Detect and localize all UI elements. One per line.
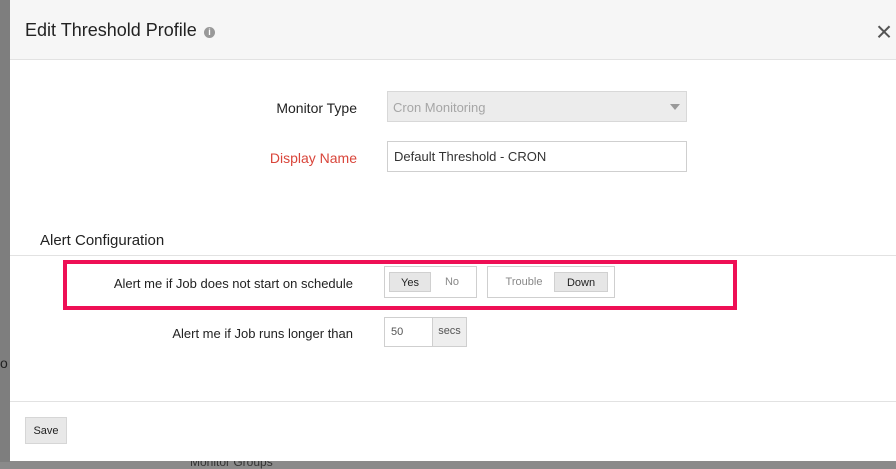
modal-header: Edit Threshold Profile i ×	[10, 0, 896, 60]
down-option-button[interactable]: Down	[554, 272, 608, 292]
no-option-button[interactable]: No	[433, 272, 471, 292]
footer-divider	[10, 401, 896, 402]
display-name-label: Display Name	[269, 150, 357, 166]
display-name-input[interactable]	[387, 141, 687, 172]
info-circle-icon[interactable]: i	[204, 27, 215, 38]
runtime-threshold-input[interactable]	[384, 317, 432, 347]
trouble-option-button[interactable]: Trouble	[494, 272, 554, 292]
chevron-down-icon	[670, 104, 680, 110]
monitor-type-label: Monitor Type	[276, 100, 357, 116]
monitor-type-select[interactable]: Cron Monitoring	[387, 91, 687, 122]
background-text: o	[0, 355, 8, 371]
yes-option-button[interactable]: Yes	[389, 272, 431, 292]
schedule-alert-toggle: Yes No	[384, 266, 477, 298]
alert-configuration-title: Alert Configuration	[40, 232, 165, 249]
section-divider	[10, 255, 896, 256]
modal-title: Edit Threshold Profile	[25, 20, 197, 40]
schedule-alert-label: Alert me if Job does not start on schedu…	[113, 276, 353, 291]
save-button[interactable]: Save	[25, 417, 67, 444]
close-icon[interactable]: ×	[874, 18, 894, 46]
edit-threshold-modal: Edit Threshold Profile i × Monitor Type …	[10, 0, 896, 461]
seconds-unit-label: secs	[432, 317, 467, 347]
monitor-type-value: Cron Monitoring	[393, 100, 486, 115]
background-overlay	[0, 0, 10, 462]
severity-toggle: Trouble Down	[487, 266, 615, 298]
runtime-alert-label: Alert me if Job runs longer than	[172, 326, 353, 341]
